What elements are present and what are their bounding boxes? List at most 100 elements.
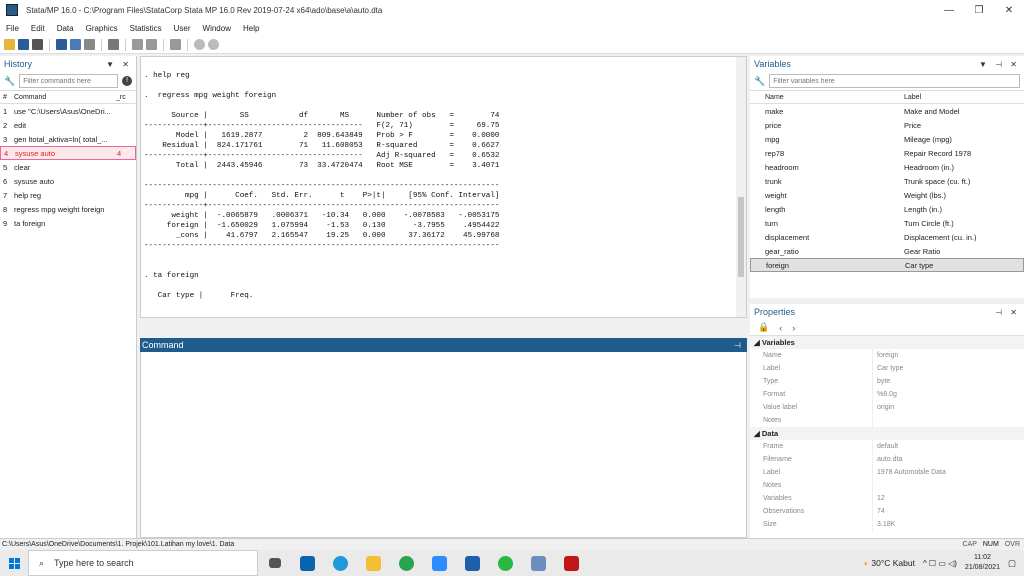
minimize-button[interactable]: —: [934, 0, 964, 20]
break-icon[interactable]: [208, 39, 219, 50]
property-row[interactable]: Format %8.0g: [750, 388, 1024, 401]
property-row[interactable]: Label 1978 Automobile Data: [750, 466, 1024, 479]
history-row[interactable]: 1 use "C:\Users\Asus\OneDri...: [0, 104, 136, 118]
variable-row[interactable]: gear_ratio Gear Ratio: [750, 244, 1024, 258]
history-row[interactable]: 5 clear: [0, 160, 136, 174]
mcafee-icon[interactable]: [555, 550, 588, 576]
history-header: # Command _rc: [0, 90, 136, 104]
variable-row[interactable]: make Make and Model: [750, 104, 1024, 118]
property-row[interactable]: Filename auto.dta: [750, 453, 1024, 466]
menu-file[interactable]: File: [0, 24, 25, 33]
start-button[interactable]: [0, 550, 28, 576]
mail-icon[interactable]: [291, 550, 324, 576]
variable-row[interactable]: mpg Mileage (mpg): [750, 132, 1024, 146]
property-row[interactable]: Variables 12: [750, 492, 1024, 505]
property-value: foreign: [877, 352, 899, 359]
log-icon[interactable]: [56, 39, 67, 50]
history-row[interactable]: 7 help reg: [0, 188, 136, 202]
calculator-icon[interactable]: [522, 550, 555, 576]
variable-row[interactable]: foreign Car type: [750, 258, 1024, 272]
property-row[interactable]: Notes: [750, 414, 1024, 427]
wrench-icon[interactable]: 🔧: [4, 76, 15, 87]
variable-row[interactable]: turn Turn Circle (ft.): [750, 216, 1024, 230]
results-scrollbar[interactable]: [736, 57, 746, 317]
do-file-editor-icon[interactable]: [108, 39, 119, 50]
menu-help[interactable]: Help: [237, 24, 265, 33]
back-icon[interactable]: ‹: [779, 323, 782, 333]
history-panel: History ▼ ✕ 🔧 ! # Command _rc 1 use "C:\Us…: [0, 56, 137, 538]
history-row[interactable]: 9 ta foreign: [0, 216, 136, 230]
history-row[interactable]: 2 edit: [0, 118, 136, 132]
variable-row[interactable]: headroom Headroom (in.): [750, 160, 1024, 174]
more-icon[interactable]: [194, 39, 205, 50]
stata-taskbar-icon[interactable]: [456, 550, 489, 576]
property-row[interactable]: Name foreign: [750, 349, 1024, 362]
weather-widget[interactable]: ◐ 30°C Kabut: [864, 558, 915, 568]
panel-controls[interactable]: ▼ ✕: [106, 60, 132, 69]
forward-icon[interactable]: ›: [792, 323, 795, 333]
variable-row[interactable]: length Length (in.): [750, 202, 1024, 216]
menu-edit[interactable]: Edit: [25, 24, 51, 33]
variable-row[interactable]: trunk Trunk space (cu. ft.): [750, 174, 1024, 188]
property-row[interactable]: Label Car type: [750, 362, 1024, 375]
variable-label: Make and Model: [904, 106, 960, 116]
restore-button[interactable]: ❐: [964, 0, 994, 20]
history-command: ta foreign: [14, 218, 46, 228]
clock[interactable]: 11:02 21/08/2021: [965, 553, 1000, 573]
property-row[interactable]: Frame default: [750, 440, 1024, 453]
notification-icon[interactable]: ▢: [1008, 558, 1016, 569]
property-row[interactable]: Value label origin: [750, 401, 1024, 414]
history-row[interactable]: 8 regress mpg weight foreign: [0, 202, 136, 216]
history-row[interactable]: 4 sysuse auto 4: [0, 146, 136, 160]
menu-graphics[interactable]: Graphics: [80, 24, 124, 33]
whatsapp-icon[interactable]: [489, 550, 522, 576]
menu-window[interactable]: Window: [197, 24, 237, 33]
zoom-icon[interactable]: [423, 550, 456, 576]
variable-row[interactable]: price Price: [750, 118, 1024, 132]
variable-row[interactable]: weight Weight (lbs.): [750, 188, 1024, 202]
panel-controls[interactable]: ⊣ ✕: [995, 308, 1020, 317]
menu-statistics[interactable]: Statistics: [124, 24, 168, 33]
data-section-header[interactable]: ◢ Data: [750, 427, 1024, 440]
print-icon[interactable]: [32, 39, 43, 50]
variable-name: price: [765, 120, 782, 130]
variable-name: length: [765, 204, 786, 214]
property-key: Observations: [750, 505, 873, 518]
save-icon[interactable]: [18, 39, 29, 50]
pin-icon[interactable]: ⊣: [734, 341, 741, 350]
variables-manager-icon[interactable]: [170, 39, 181, 50]
chrome-icon[interactable]: [390, 550, 423, 576]
task-view-icon[interactable]: [258, 550, 291, 576]
edge-icon[interactable]: [324, 550, 357, 576]
menu-data[interactable]: Data: [51, 24, 80, 33]
property-row[interactable]: Notes: [750, 479, 1024, 492]
property-row[interactable]: Type byte: [750, 375, 1024, 388]
history-number: 4: [4, 148, 9, 158]
wrench-icon[interactable]: 🔧: [754, 76, 765, 87]
history-filter-input[interactable]: [19, 74, 119, 88]
lock-icon[interactable]: 🔒: [758, 322, 769, 333]
viewer-icon[interactable]: [70, 39, 81, 50]
history-number: 5: [3, 162, 8, 172]
file-explorer-icon[interactable]: [357, 550, 390, 576]
close-button[interactable]: ✕: [994, 0, 1024, 20]
data-browser-icon[interactable]: [146, 39, 157, 50]
history-row[interactable]: 6 sysuse auto: [0, 174, 136, 188]
open-icon[interactable]: [4, 39, 15, 50]
history-row[interactable]: 3 gen ltotal_aktiva=ln( total_...: [0, 132, 136, 146]
command-window[interactable]: [140, 338, 747, 538]
tray-icons[interactable]: ^ ☐ ▭ ◁): [923, 559, 957, 568]
menu-user[interactable]: User: [168, 24, 197, 33]
variable-row[interactable]: rep78 Repair Record 1978: [750, 146, 1024, 160]
taskbar-search[interactable]: ⌕ Type here to search: [28, 550, 258, 576]
variables-section-header[interactable]: ◢ Variables: [750, 336, 1024, 349]
property-row[interactable]: Size 3.18K: [750, 518, 1024, 531]
graph-icon[interactable]: [84, 39, 95, 50]
variable-row[interactable]: displacement Displacement (cu. in.): [750, 230, 1024, 244]
info-icon[interactable]: !: [122, 76, 132, 86]
property-row[interactable]: Observations 74: [750, 505, 1024, 518]
variables-filter-input[interactable]: [769, 74, 1020, 88]
data-editor-icon[interactable]: [132, 39, 143, 50]
panel-controls[interactable]: ▼ ⊣ ✕: [979, 60, 1020, 69]
property-key: Type: [750, 375, 873, 388]
